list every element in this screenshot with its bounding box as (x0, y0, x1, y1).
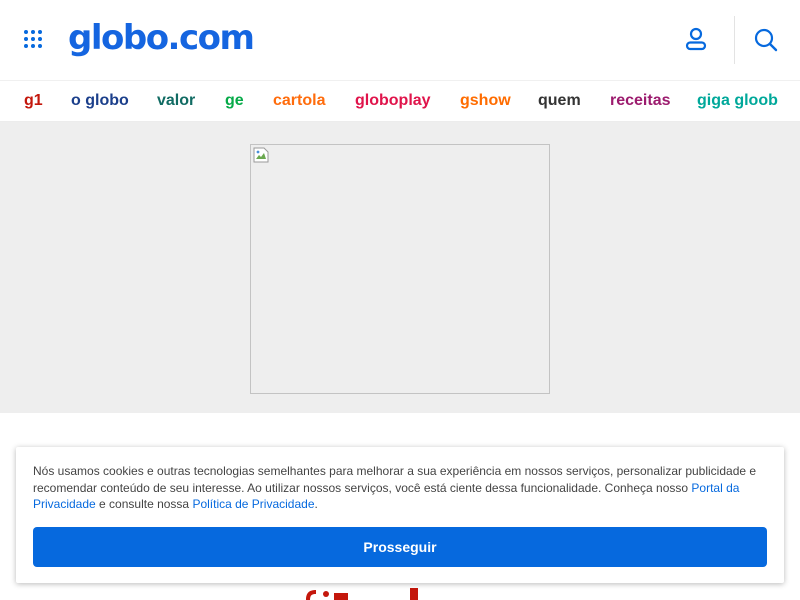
cookie-text-part1: Nós usamos cookies e outras tecnologias … (33, 464, 757, 495)
header: globo.com (0, 0, 800, 80)
privacy-policy-link[interactable]: Política de Privacidade (192, 497, 314, 511)
nav-item-valor[interactable]: valor (157, 92, 195, 110)
search-icon[interactable] (753, 27, 779, 53)
header-divider (734, 16, 735, 64)
globo-logo[interactable]: globo.com (68, 16, 255, 60)
proceed-button[interactable]: Prosseguir (33, 527, 767, 567)
nav-item-g1[interactable]: g1 (24, 92, 43, 110)
portal-nav: g1 o globo valor ge cartola globoplay gs… (0, 80, 800, 122)
grid-menu-icon[interactable] (24, 30, 44, 50)
ad-area (0, 122, 800, 413)
cookie-text-part3: . (314, 497, 318, 511)
nav-item-o-globo[interactable]: o globo (71, 92, 129, 110)
broken-image-icon (253, 147, 269, 163)
nav-item-globoplay[interactable]: globoplay (355, 92, 431, 110)
nav-item-gshow[interactable]: gshow (460, 92, 511, 110)
nav-item-ge[interactable]: ge (225, 92, 244, 110)
user-icon[interactable] (684, 26, 708, 52)
cookie-text-part2: e consulte nossa (95, 497, 193, 511)
cookie-banner: Nós usamos cookies e outras tecnologias … (16, 447, 784, 583)
cookie-text: Nós usamos cookies e outras tecnologias … (33, 463, 773, 513)
nav-item-giga-gloob[interactable]: giga gloob (697, 92, 778, 110)
ad-slot[interactable] (250, 144, 550, 394)
partial-logo (306, 588, 418, 600)
nav-item-cartola[interactable]: cartola (273, 92, 325, 110)
nav-item-quem[interactable]: quem (538, 92, 581, 110)
nav-item-receitas[interactable]: receitas (610, 92, 671, 110)
